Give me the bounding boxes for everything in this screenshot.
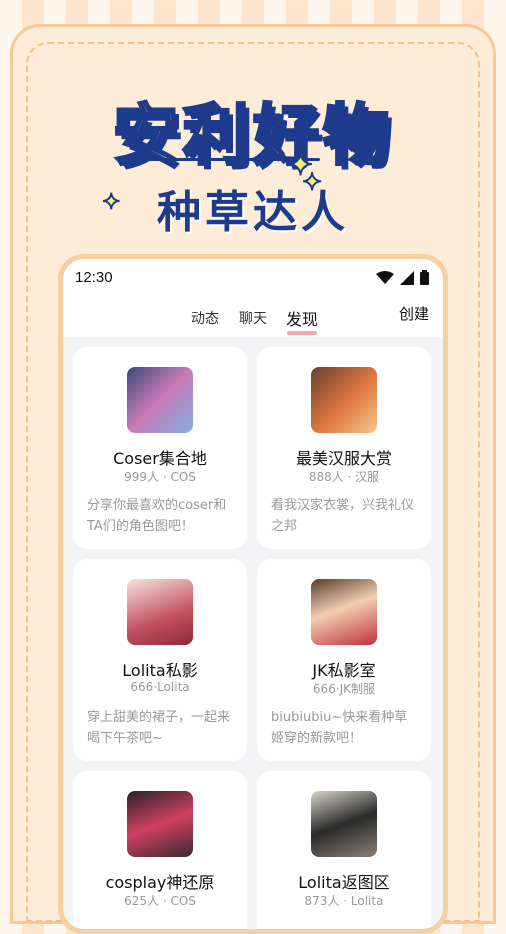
group-title: cosplay神还原 [105, 873, 215, 892]
group-card[interactable]: JK私影室 666·JK制服 biubiubiu~快来看种草姬穿的新款吧！ [257, 559, 431, 761]
group-meta: 666·Lolita [130, 680, 190, 694]
promo-headline: 安利好物 [112, 96, 393, 176]
group-thumbnail [127, 791, 193, 857]
group-card[interactable]: Coser集合地 999人 · COS 分享你最喜欢的coser和TA们的角色图… [73, 347, 247, 549]
tab-active-indicator [287, 331, 317, 335]
group-description: 穿上甜美的裙子，一起来喝下午茶吧~ [87, 710, 231, 746]
top-tabs: 动态 聊天 发现 创建 [63, 295, 443, 337]
group-title: Lolita私影 [122, 661, 198, 680]
group-description: 分享你最喜欢的coser和TA们的角色图吧！ [87, 498, 227, 534]
battery-icon [420, 270, 429, 285]
status-bar: 12:30 [63, 259, 443, 295]
group-meta: 625人 · COS [124, 894, 196, 908]
group-meta: 873人 · Lolita [304, 894, 384, 908]
group-card[interactable]: 最美汉服大赏 888人 · 汉服 看我汉家衣裳，兴我礼仪之邦 [257, 347, 431, 549]
create-button[interactable]: 创建 [399, 303, 429, 324]
group-thumbnail [311, 579, 377, 645]
group-title: Coser集合地 [113, 449, 207, 468]
group-meta: 666·JK制服 [312, 682, 376, 696]
group-meta: 888人 · 汉服 [308, 470, 380, 484]
group-thumbnail [311, 367, 377, 433]
group-description: 看我汉家衣裳，兴我礼仪之邦 [271, 498, 415, 534]
group-description: biubiubiu~快来看种草姬穿的新款吧！ [271, 710, 408, 746]
group-title: Lolita返图区 [298, 873, 390, 892]
group-thumbnail [311, 791, 377, 857]
group-card[interactable]: Lolita私影 666·Lolita 穿上甜美的裙子，一起来喝下午茶吧~ [73, 559, 247, 761]
group-thumbnail [127, 367, 193, 433]
status-time: 12:30 [75, 269, 113, 286]
group-card[interactable]: Lolita返图区 873人 · Lolita [257, 771, 431, 929]
signal-icon [400, 270, 414, 285]
promo-subheadline: 种草达人 [157, 187, 349, 238]
group-thumbnail [127, 579, 193, 645]
tab-chat[interactable]: 聊天 [239, 308, 267, 328]
tab-discover[interactable]: 发现 [286, 306, 318, 330]
phone-screen: 12:30 动态 聊天 发现 创建 Coser集合地 999人 · COS 分享… [58, 254, 448, 934]
group-title: JK私影室 [312, 661, 376, 680]
tab-dynamics[interactable]: 动态 [191, 308, 219, 328]
group-card[interactable]: cosplay神还原 625人 · COS [73, 771, 247, 929]
wifi-icon [376, 270, 394, 284]
group-title: 最美汉服大赏 [295, 449, 392, 468]
group-meta: 999人 · COS [124, 470, 196, 484]
status-icons [376, 270, 429, 285]
